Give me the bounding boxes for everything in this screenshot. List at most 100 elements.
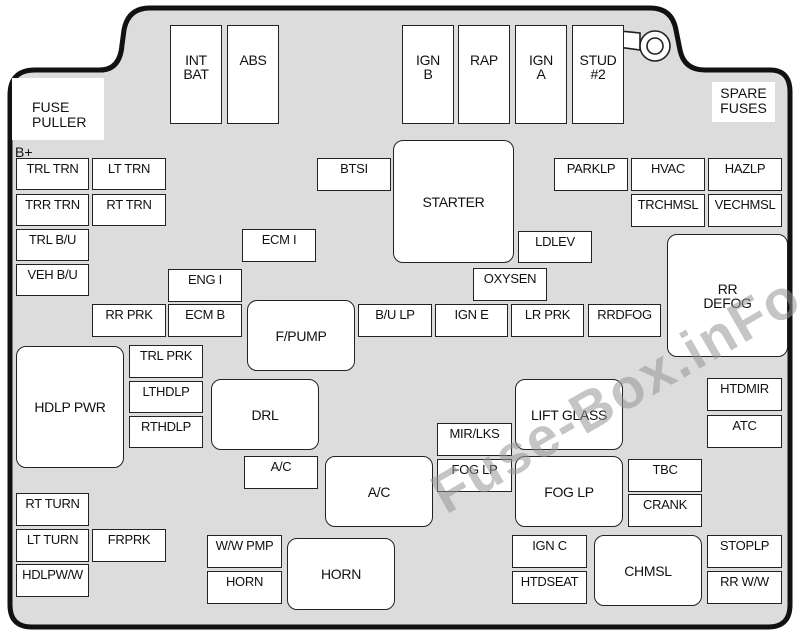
fuse-label: OXYSEN	[483, 271, 537, 286]
fuse-label: VECHMSL	[714, 197, 776, 212]
fuse-crank: CRANK	[628, 494, 702, 527]
fuse-parklp: PARKLP	[554, 158, 628, 191]
fuse-lr-prk: LR PRK	[511, 304, 584, 337]
fuse-label: PARKLP	[566, 161, 616, 176]
fuse-label: INT BAT	[183, 52, 209, 82]
fuse-label: B/U LP	[375, 307, 415, 322]
fuse-hvac: HVAC	[631, 158, 705, 191]
fuse-label: TRL TRN	[26, 161, 79, 176]
fuse-horn: HORN	[207, 571, 282, 604]
fuse-rt-turn: RT TURN	[16, 493, 89, 526]
fuse-label: HTDMIR	[720, 381, 769, 396]
fuse-label: BTSI	[340, 161, 368, 176]
fuse-a-c: A/C	[244, 456, 318, 489]
fuse-ecm-i: ECM I	[242, 229, 316, 262]
fuse-rrdfog: RRDFOG	[588, 304, 661, 337]
relay-chmsl: CHMSL	[594, 535, 702, 606]
fuse-label: RT TURN	[25, 496, 80, 511]
relay-horn: HORN	[287, 538, 395, 610]
fuse-atc: ATC	[707, 415, 782, 448]
fuse-ecm-b: ECM B	[168, 304, 242, 337]
fuse-label: TRR TRN	[25, 197, 80, 212]
fuse-htdmir: HTDMIR	[707, 378, 782, 411]
fuse-label: IGN C	[532, 538, 567, 553]
relay-drl: DRL	[211, 379, 319, 450]
fuse-int-bat: INT BAT	[170, 25, 222, 124]
fuse-label: VEH B/U	[27, 267, 78, 282]
fuse-ign-b: IGN B	[402, 25, 454, 124]
fuse-trl-prk: TRL PRK	[129, 345, 203, 378]
relay-hdlp-pwr: HDLP PWR	[16, 346, 124, 468]
fuse-label: F/PUMP	[275, 327, 327, 344]
fuse-label: RT TRN	[106, 197, 152, 212]
fuse-rr-w-w: RR W/W	[707, 571, 782, 604]
fuse-rr-prk: RR PRK	[92, 304, 166, 337]
fuse-label: ATC	[732, 418, 757, 433]
fuse-label: IGN A	[529, 52, 553, 82]
fuse-stoplp: STOPLP	[707, 535, 782, 568]
fuse-label: TRL PRK	[139, 348, 193, 363]
fuse-lt-turn: LT TURN	[16, 529, 89, 562]
fuse-b-u-lp: B/U LP	[358, 304, 432, 337]
fuse-label: LR PRK	[524, 307, 571, 322]
fuse-label: LDLEV	[535, 234, 575, 249]
fuse-btsi: BTSI	[317, 158, 391, 191]
fuse-ign-c: IGN C	[512, 535, 587, 568]
fuse-puller-label: FUSE PULLER B+	[12, 78, 104, 160]
fuse-ign-e: IGN E	[435, 304, 508, 337]
fuse-label: FRPRK	[107, 532, 151, 547]
relay-f-pump: F/PUMP	[247, 300, 355, 371]
fuse-label: HDLP PWR	[34, 399, 106, 415]
fuse-puller-text: FUSE PULLER	[32, 99, 87, 130]
fuse-label: ABS	[239, 52, 267, 68]
fuse-ign-a: IGN A	[515, 25, 567, 124]
fuse-label: ENG I	[188, 272, 222, 287]
fuse-lt-trn: LT TRN	[92, 158, 166, 190]
fuse-hdlpw-w: HDLPW/W	[16, 564, 89, 597]
fuse-vechmsl: VECHMSL	[708, 194, 782, 227]
fuse-trl-b-u: TRL B/U	[16, 229, 89, 261]
fuse-eng-i: ENG I	[168, 269, 242, 302]
fuse-abs: ABS	[227, 25, 279, 124]
fuse-label: HORN	[320, 566, 362, 582]
fuse-label: A/C	[270, 459, 292, 474]
fuse-htdseat: HTDSEAT	[512, 571, 587, 604]
fuse-label: RR W/W	[720, 574, 769, 589]
fuse-label: IGN B	[416, 52, 440, 82]
fuse-label: RTHDLP	[141, 419, 191, 434]
fuse-label: HTDSEAT	[520, 574, 579, 589]
fuse-label: TRL B/U	[28, 232, 77, 247]
fuse-trr-trn: TRR TRN	[16, 194, 89, 226]
fuse-label: LT TRN	[107, 161, 151, 176]
relay-starter: STARTER	[393, 140, 514, 263]
fuse-label: TRCHMSL	[637, 197, 699, 212]
fuse-rap: RAP	[458, 25, 510, 124]
fuse-frprk: FRPRK	[92, 529, 166, 562]
fuse-lthdlp: LTHDLP	[129, 381, 203, 413]
fuse-trl-trn: TRL TRN	[16, 158, 89, 190]
fuse-label: STUD #2	[579, 52, 617, 82]
fuse-label: HAZLP	[724, 161, 766, 176]
relay-a-c: A/C	[325, 456, 433, 527]
fuse-label: STOPLP	[719, 538, 770, 553]
fuse-label: CHMSL	[624, 562, 672, 579]
fuse-w-w-pmp: W/W PMP	[207, 535, 282, 568]
fuse-label: W/W PMP	[215, 538, 274, 553]
spare-fuses-label: SPARE FUSES	[712, 82, 775, 122]
fuse-label: RAP	[470, 52, 498, 68]
fuse-label: TBC	[652, 462, 678, 477]
fuse-label: IGN E	[454, 307, 489, 322]
fuse-label: A/C	[367, 483, 391, 500]
fuse-ldlev: LDLEV	[518, 231, 592, 263]
fuse-label: STARTER	[422, 193, 485, 210]
fuse-hazlp: HAZLP	[708, 158, 782, 191]
fuse-label: LTHDLP	[142, 384, 190, 399]
fuse-label: HVAC	[651, 161, 685, 176]
fuse-tbc: TBC	[628, 459, 702, 492]
fuse-rthdlp: RTHDLP	[129, 416, 203, 448]
fuse-label: HDLPW/W	[22, 567, 83, 582]
fuse-oxysen: OXYSEN	[473, 268, 547, 301]
fuse-label: CRANK	[642, 497, 687, 512]
fuse-label: DRL	[251, 406, 279, 423]
fuse-trchmsl: TRCHMSL	[631, 194, 705, 227]
